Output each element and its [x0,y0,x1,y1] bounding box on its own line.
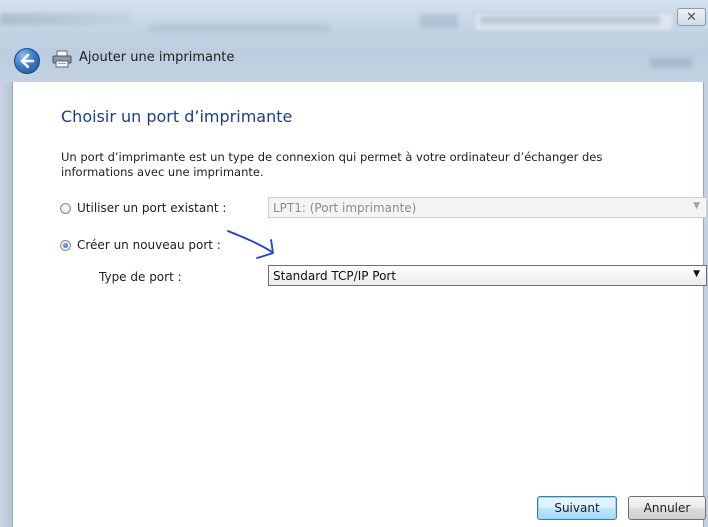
close-icon: ✕ [686,10,697,25]
back-button[interactable] [14,48,40,74]
blurred-background-text [0,13,130,25]
back-arrow-icon [20,53,35,69]
existing-port-select: LPT1: (Port imprimante) ▼ [268,197,707,218]
use-existing-port-radio[interactable] [60,203,71,214]
page-title: Choisir un port d’imprimante [61,107,293,126]
port-type-value: Standard TCP/IP Port [273,269,397,283]
chevron-down-icon[interactable]: ▼ [693,269,700,279]
use-existing-port-label[interactable]: Utiliser un port existant : [77,201,226,215]
window-title: Ajouter une imprimante [79,50,235,65]
dialog-content-panel [12,82,704,527]
create-new-port-label[interactable]: Créer un nouveau port : [77,238,221,252]
window-left-frame [0,82,12,527]
radio-selected-dot [63,243,68,248]
page-description: Un port d’imprimante est un type de conn… [61,150,603,179]
chevron-down-icon: ▼ [693,201,700,211]
blurred-background-text [150,24,330,32]
blurred-background-nav [420,14,458,28]
existing-port-value: LPT1: (Port imprimante) [273,201,417,215]
cancel-button[interactable]: Annuler [628,496,706,520]
blurred-background-icons [650,58,692,68]
create-new-port-radio[interactable] [60,240,71,251]
close-button[interactable]: ✕ [677,8,706,26]
handwritten-arrow-annotation [227,230,274,259]
printer-icon [52,50,72,68]
blurred-background-text [480,16,660,24]
port-type-select[interactable]: Standard TCP/IP Port ▼ [268,265,707,286]
port-type-label: Type de port : [99,270,182,284]
next-button[interactable]: Suivant [537,496,617,520]
